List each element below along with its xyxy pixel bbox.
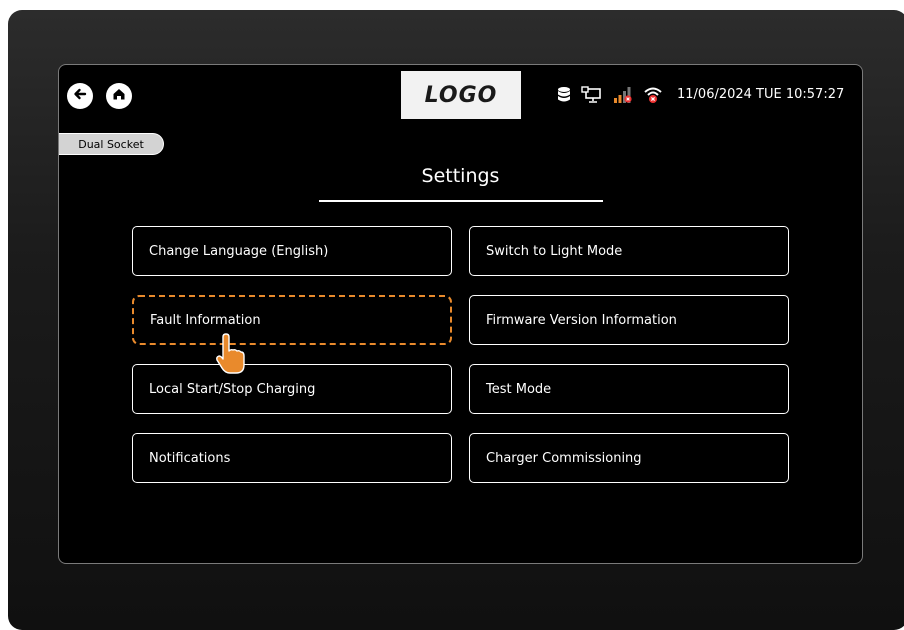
home-button[interactable] (106, 83, 132, 109)
switch-light-mode-button[interactable]: Switch to Light Mode (469, 226, 789, 276)
menu-item-label: Local Start/Stop Charging (149, 381, 316, 397)
wifi-error-icon (643, 86, 663, 104)
title-underline (319, 200, 603, 202)
arrow-left-icon (72, 86, 88, 106)
menu-item-label: Change Language (English) (149, 243, 329, 259)
charger-screen: LOGO 11/06/2024 TUE 10:57:27 Dual Socket… (58, 64, 863, 564)
datetime-display: 11/06/2024 TUE 10:57:27 (677, 87, 845, 102)
menu-item-label: Charger Commissioning (486, 450, 642, 466)
test-mode-button[interactable]: Test Mode (469, 364, 789, 414)
logo: LOGO (401, 71, 521, 119)
database-icon (557, 86, 571, 104)
fault-information-button[interactable]: Fault Information (132, 295, 452, 345)
change-language-button[interactable]: Change Language (English) (132, 226, 452, 276)
menu-item-label: Switch to Light Mode (486, 243, 623, 259)
firmware-version-button[interactable]: Firmware Version Information (469, 295, 789, 345)
socket-selector-chip[interactable]: Dual Socket (59, 133, 164, 155)
menu-item-label: Fault Information (150, 312, 261, 328)
home-icon (111, 86, 127, 106)
page-title: Settings (421, 165, 500, 187)
menu-item-label: Firmware Version Information (486, 312, 677, 328)
menu-item-label: Notifications (149, 450, 231, 466)
back-button[interactable] (67, 83, 93, 109)
notifications-button[interactable]: Notifications (132, 433, 452, 483)
cellular-signal-icon (613, 86, 633, 104)
charger-commissioning-button[interactable]: Charger Commissioning (469, 433, 789, 483)
menu-item-label: Test Mode (486, 381, 552, 397)
logo-text: LOGO (424, 82, 498, 108)
status-bar (557, 83, 663, 107)
local-start-stop-charging-button[interactable]: Local Start/Stop Charging (132, 364, 452, 414)
computer-network-icon (581, 86, 603, 104)
hand-pointer-icon (214, 333, 254, 381)
